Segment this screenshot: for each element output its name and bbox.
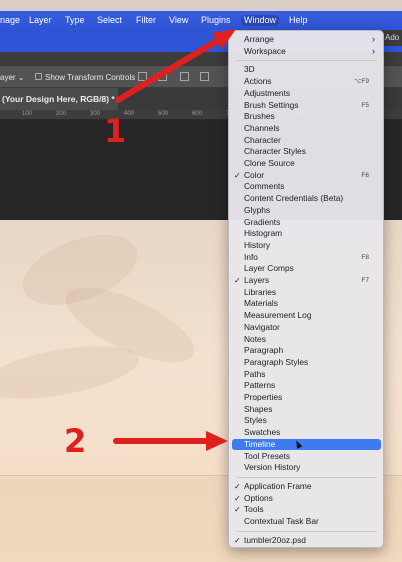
arrow-1-shaft bbox=[115, 35, 225, 103]
arrow-2-head-icon bbox=[206, 431, 228, 451]
annotation-1: 1 bbox=[104, 112, 127, 150]
annotation-2: 2 bbox=[64, 422, 87, 460]
annotation-arrows bbox=[113, 29, 236, 451]
